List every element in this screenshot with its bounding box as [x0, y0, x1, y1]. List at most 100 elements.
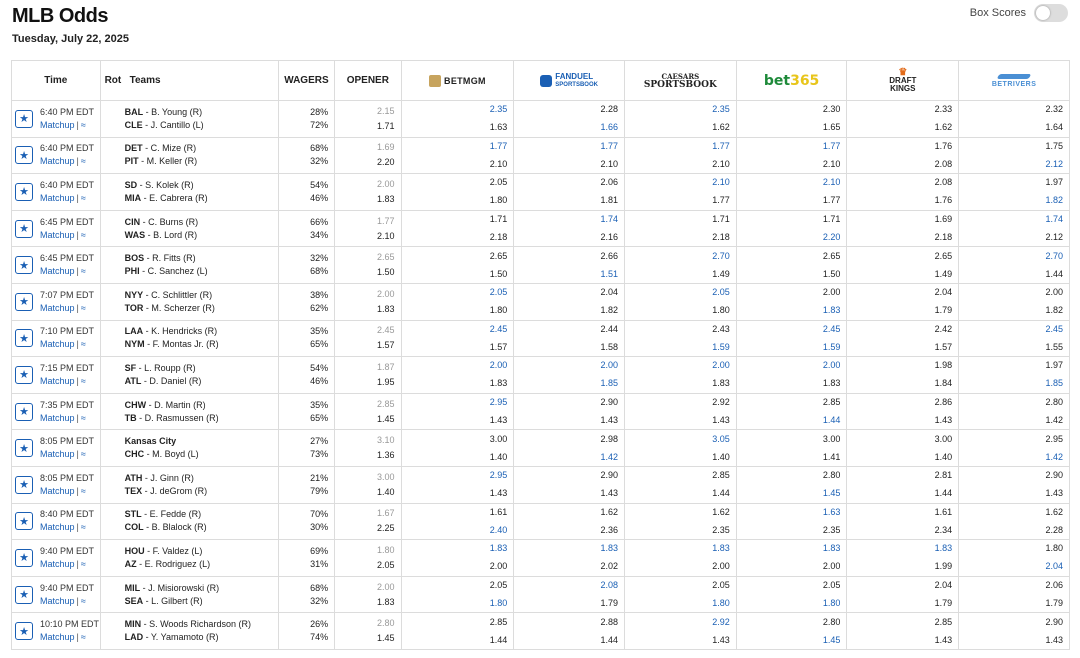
away-odds[interactable]: 2.45: [959, 323, 1063, 336]
away-odds[interactable]: 2.00: [625, 359, 730, 372]
odds-cell-bet365[interactable]: 1.83 2.00: [735, 539, 848, 577]
odds-cell-betrivers[interactable]: 2.32 1.64: [958, 100, 1070, 138]
away-odds[interactable]: 2.81: [847, 469, 953, 482]
home-odds[interactable]: 1.80: [402, 304, 508, 317]
away-odds[interactable]: 2.04: [847, 579, 953, 592]
home-odds[interactable]: 1.43: [514, 414, 618, 427]
away-odds[interactable]: 2.85: [847, 616, 953, 629]
home-odds[interactable]: 1.45: [737, 634, 841, 647]
odds-cell-fanduel[interactable]: 2.90 1.43: [513, 392, 625, 431]
odds-cell-draftkings[interactable]: 2.08 1.76: [846, 173, 960, 211]
odds-cell-fanduel[interactable]: 1.77 2.10: [513, 136, 625, 175]
away-odds[interactable]: 1.74: [514, 213, 618, 226]
away-odds[interactable]: 2.06: [959, 579, 1063, 592]
book-caesars[interactable]: CAESARS SPORTSBOOK: [624, 60, 737, 101]
odds-cell-betrivers[interactable]: 2.70 1.44: [958, 246, 1070, 284]
odds-cell-draftkings[interactable]: 3.00 1.40: [846, 429, 960, 467]
home-team[interactable]: AZ - E. Rodriguez (L): [125, 558, 278, 571]
home-odds[interactable]: 1.58: [514, 341, 618, 354]
away-team[interactable]: MIN - S. Woods Richardson (R): [125, 618, 278, 631]
odds-cell-fanduel[interactable]: 1.83 2.02: [513, 539, 625, 577]
home-odds[interactable]: 1.80: [402, 597, 508, 610]
away-odds[interactable]: 2.05: [402, 579, 508, 592]
home-odds[interactable]: 1.41: [737, 451, 841, 464]
home-team[interactable]: COL - B. Blalock (R): [125, 521, 278, 534]
away-odds[interactable]: 2.85: [402, 616, 508, 629]
book-betrivers[interactable]: BETRIVERS: [958, 60, 1070, 101]
away-odds[interactable]: 2.04: [514, 286, 618, 299]
odds-cell-draftkings[interactable]: 2.04 1.79: [846, 575, 960, 614]
odds-cell-draftkings[interactable]: 2.65 1.49: [846, 246, 960, 284]
favorite-star-icon[interactable]: ★: [15, 292, 33, 311]
odds-cell-draftkings[interactable]: 1.61 2.34: [846, 502, 960, 541]
matchup-link[interactable]: Matchup: [40, 303, 75, 313]
away-odds[interactable]: 2.95: [402, 469, 508, 482]
odds-cell-betrivers[interactable]: 2.95 1.42: [958, 429, 1070, 467]
odds-cell-caesars[interactable]: 3.05 1.40: [624, 429, 737, 467]
odds-cell-betmgm[interactable]: 2.95 1.43: [400, 392, 515, 431]
home-odds[interactable]: 2.18: [625, 231, 730, 244]
odds-cell-betmgm[interactable]: 1.71 2.18: [400, 209, 515, 248]
odds-cell-betrivers[interactable]: 2.00 1.82: [958, 282, 1070, 321]
odds-cell-fanduel[interactable]: 2.28 1.66: [513, 100, 625, 138]
away-odds[interactable]: 2.32: [959, 103, 1063, 116]
away-team[interactable]: NYY - C. Schlittler (R): [125, 289, 278, 302]
favorite-star-icon[interactable]: ★: [15, 402, 33, 421]
away-odds[interactable]: 2.85: [625, 469, 730, 482]
odds-cell-betmgm[interactable]: 2.45 1.57: [400, 319, 515, 358]
away-odds[interactable]: 2.00: [959, 286, 1063, 299]
home-odds[interactable]: 1.42: [959, 414, 1063, 427]
home-odds[interactable]: 1.50: [737, 268, 841, 281]
box-scores-toggle[interactable]: [1034, 4, 1068, 22]
home-team[interactable]: WAS - B. Lord (R): [125, 229, 278, 242]
away-odds[interactable]: 2.04: [847, 286, 953, 299]
home-odds[interactable]: 2.10: [625, 158, 730, 171]
odds-cell-fanduel[interactable]: 2.90 1.43: [513, 465, 625, 504]
away-odds[interactable]: 2.10: [737, 176, 841, 189]
away-team[interactable]: SF - L. Roupp (R): [125, 362, 278, 375]
home-odds[interactable]: 2.00: [625, 560, 730, 573]
away-odds[interactable]: 2.65: [847, 250, 953, 263]
favorite-star-icon[interactable]: ★: [15, 512, 33, 531]
away-team[interactable]: BAL - B. Young (R): [125, 106, 278, 119]
away-odds[interactable]: 1.62: [959, 506, 1063, 519]
home-odds[interactable]: 1.49: [847, 268, 953, 281]
home-odds[interactable]: 1.40: [625, 451, 730, 464]
home-odds[interactable]: 1.44: [959, 268, 1063, 281]
line-chart-icon[interactable]: ≈: [81, 339, 86, 349]
away-odds[interactable]: 1.97: [959, 176, 1063, 189]
odds-cell-caesars[interactable]: 2.85 1.44: [624, 465, 737, 504]
odds-cell-caesars[interactable]: 1.83 2.00: [624, 539, 737, 577]
home-odds[interactable]: 2.02: [514, 560, 618, 573]
home-odds[interactable]: 1.42: [959, 451, 1063, 464]
away-odds[interactable]: 2.30: [737, 103, 841, 116]
header-opener[interactable]: OPENER: [334, 60, 402, 101]
away-odds[interactable]: 2.35: [625, 103, 730, 116]
away-odds[interactable]: 2.35: [402, 103, 508, 116]
favorite-star-icon[interactable]: ★: [15, 548, 33, 567]
away-odds[interactable]: 1.62: [514, 506, 618, 519]
line-chart-icon[interactable]: ≈: [81, 413, 86, 423]
home-odds[interactable]: 1.57: [847, 341, 953, 354]
matchup-link[interactable]: Matchup: [40, 156, 75, 166]
away-odds[interactable]: 2.33: [847, 103, 953, 116]
odds-cell-bet365[interactable]: 1.63 2.35: [735, 502, 848, 541]
odds-cell-betmgm[interactable]: 2.05 1.80: [400, 173, 515, 211]
home-odds[interactable]: 1.43: [847, 414, 953, 427]
away-odds[interactable]: 2.65: [737, 250, 841, 263]
home-odds[interactable]: 1.57: [402, 341, 508, 354]
home-odds[interactable]: 1.44: [402, 634, 508, 647]
home-odds[interactable]: 1.51: [514, 268, 618, 281]
home-odds[interactable]: 1.44: [847, 487, 953, 500]
home-odds[interactable]: 2.10: [737, 158, 841, 171]
home-odds[interactable]: 1.76: [847, 194, 953, 207]
odds-cell-draftkings[interactable]: 1.69 2.18: [846, 209, 960, 248]
away-odds[interactable]: 2.05: [625, 579, 730, 592]
odds-cell-fanduel[interactable]: 2.00 1.85: [513, 356, 625, 394]
away-odds[interactable]: 2.00: [737, 359, 841, 372]
matchup-link[interactable]: Matchup: [40, 413, 75, 423]
odds-cell-fanduel[interactable]: 2.98 1.42: [513, 429, 625, 467]
odds-cell-betrivers[interactable]: 2.90 1.43: [958, 465, 1070, 504]
home-odds[interactable]: 1.43: [514, 487, 618, 500]
line-chart-icon[interactable]: ≈: [81, 632, 86, 642]
